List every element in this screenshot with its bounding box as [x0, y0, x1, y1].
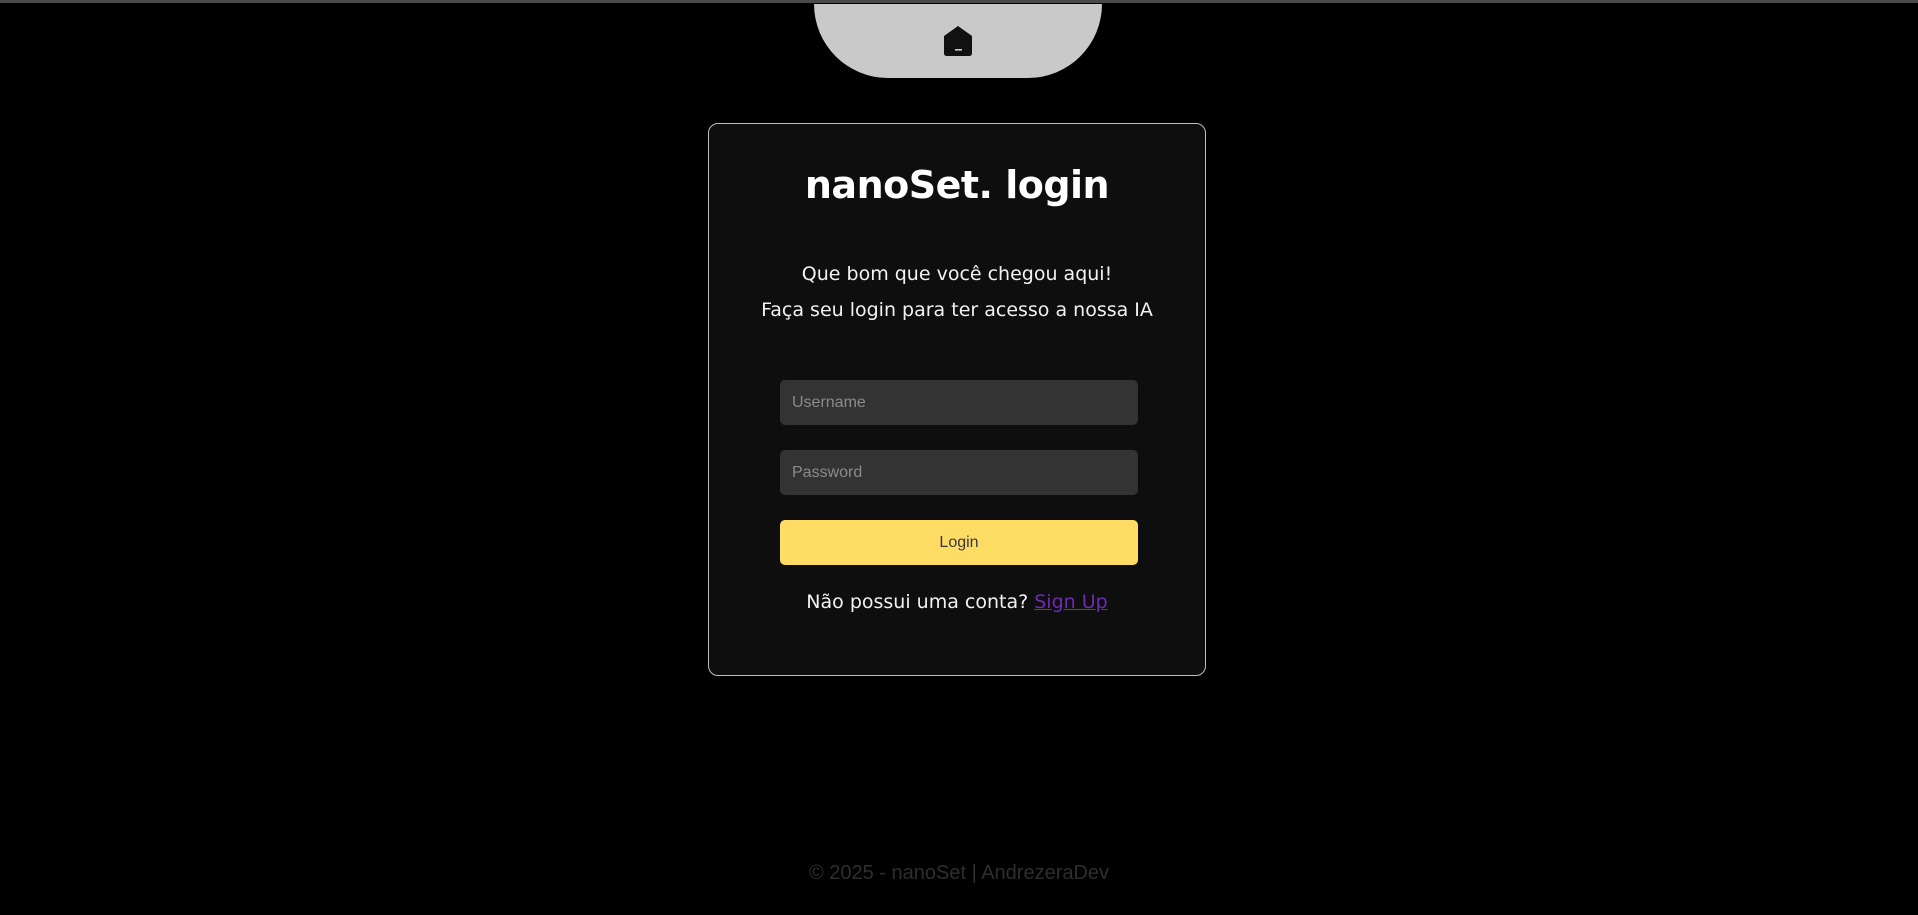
footer-copyright: © 2025 - nanoSet | AndrezeraDev: [808, 862, 1110, 884]
login-instruction-text: Faça seu login para ter acesso a nossa I…: [761, 299, 1153, 321]
login-button[interactable]: Login: [780, 520, 1138, 565]
home-icon: [944, 26, 972, 56]
password-input[interactable]: [780, 450, 1138, 495]
username-input[interactable]: [780, 380, 1138, 425]
login-card: nanoSet. login Que bom que você chegou a…: [708, 123, 1206, 676]
signup-link[interactable]: Sign Up: [1034, 591, 1107, 613]
home-button[interactable]: [814, 4, 1102, 78]
signup-prompt: Não possui uma conta? Sign Up: [709, 590, 1205, 614]
page-title: nanoSet. login: [804, 163, 1110, 207]
welcome-text: Que bom que você chegou aqui!: [801, 263, 1113, 285]
top-border-line: [0, 0, 1918, 3]
signup-prompt-text: Não possui uma conta?: [806, 591, 1035, 613]
